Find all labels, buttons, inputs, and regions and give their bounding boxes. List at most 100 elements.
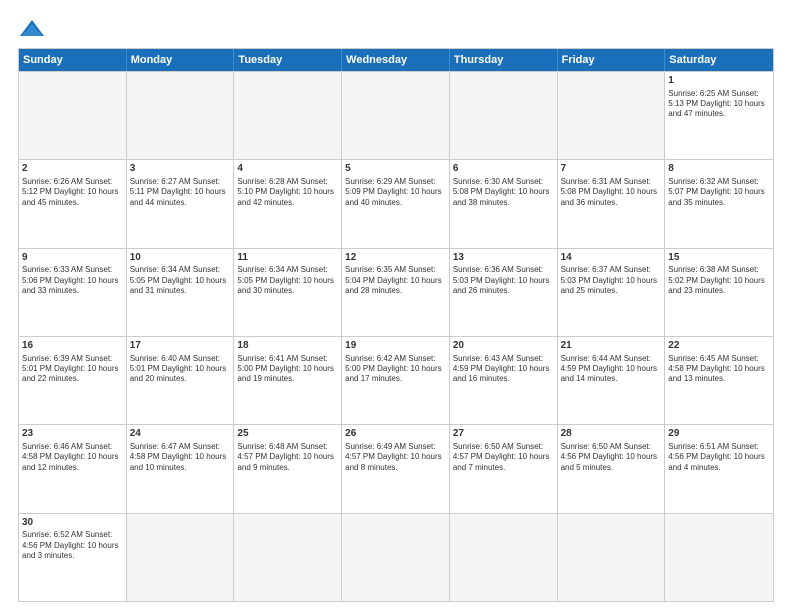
calendar-cell: 27Sunrise: 6:50 AM Sunset: 4:57 PM Dayli… <box>450 425 558 512</box>
cell-sun-info: Sunrise: 6:52 AM Sunset: 4:56 PM Dayligh… <box>22 530 123 561</box>
cell-sun-info: Sunrise: 6:43 AM Sunset: 4:59 PM Dayligh… <box>453 354 554 385</box>
calendar-cell <box>558 514 666 601</box>
cell-sun-info: Sunrise: 6:39 AM Sunset: 5:01 PM Dayligh… <box>22 354 123 385</box>
weekday-header: Thursday <box>450 49 558 71</box>
calendar-cell <box>234 514 342 601</box>
logo-icon <box>18 18 46 40</box>
calendar-cell: 30Sunrise: 6:52 AM Sunset: 4:56 PM Dayli… <box>19 514 127 601</box>
cell-sun-info: Sunrise: 6:50 AM Sunset: 4:56 PM Dayligh… <box>561 442 662 473</box>
calendar-header: SundayMondayTuesdayWednesdayThursdayFrid… <box>19 49 773 71</box>
calendar-cell <box>558 72 666 159</box>
calendar-cell: 13Sunrise: 6:36 AM Sunset: 5:03 PM Dayli… <box>450 249 558 336</box>
day-number: 6 <box>453 162 554 176</box>
calendar-cell: 6Sunrise: 6:30 AM Sunset: 5:08 PM Daylig… <box>450 160 558 247</box>
weekday-header: Tuesday <box>234 49 342 71</box>
cell-sun-info: Sunrise: 6:44 AM Sunset: 4:59 PM Dayligh… <box>561 354 662 385</box>
calendar-cell <box>127 72 235 159</box>
cell-sun-info: Sunrise: 6:38 AM Sunset: 5:02 PM Dayligh… <box>668 265 770 296</box>
cell-sun-info: Sunrise: 6:47 AM Sunset: 4:58 PM Dayligh… <box>130 442 231 473</box>
calendar-row: 2Sunrise: 6:26 AM Sunset: 5:12 PM Daylig… <box>19 159 773 247</box>
calendar-cell: 4Sunrise: 6:28 AM Sunset: 5:10 PM Daylig… <box>234 160 342 247</box>
calendar-cell: 14Sunrise: 6:37 AM Sunset: 5:03 PM Dayli… <box>558 249 666 336</box>
cell-sun-info: Sunrise: 6:46 AM Sunset: 4:58 PM Dayligh… <box>22 442 123 473</box>
day-number: 11 <box>237 251 338 265</box>
weekday-header: Sunday <box>19 49 127 71</box>
calendar-cell <box>665 514 773 601</box>
cell-sun-info: Sunrise: 6:36 AM Sunset: 5:03 PM Dayligh… <box>453 265 554 296</box>
calendar-row: 9Sunrise: 6:33 AM Sunset: 5:06 PM Daylig… <box>19 248 773 336</box>
day-number: 8 <box>668 162 770 176</box>
day-number: 30 <box>22 516 123 530</box>
calendar-cell <box>342 514 450 601</box>
cell-sun-info: Sunrise: 6:49 AM Sunset: 4:57 PM Dayligh… <box>345 442 446 473</box>
day-number: 26 <box>345 427 446 441</box>
calendar-cell: 28Sunrise: 6:50 AM Sunset: 4:56 PM Dayli… <box>558 425 666 512</box>
page: SundayMondayTuesdayWednesdayThursdayFrid… <box>0 0 792 612</box>
cell-sun-info: Sunrise: 6:45 AM Sunset: 4:58 PM Dayligh… <box>668 354 770 385</box>
day-number: 15 <box>668 251 770 265</box>
day-number: 3 <box>130 162 231 176</box>
calendar-cell: 18Sunrise: 6:41 AM Sunset: 5:00 PM Dayli… <box>234 337 342 424</box>
calendar-cell: 15Sunrise: 6:38 AM Sunset: 5:02 PM Dayli… <box>665 249 773 336</box>
day-number: 18 <box>237 339 338 353</box>
calendar-cell: 2Sunrise: 6:26 AM Sunset: 5:12 PM Daylig… <box>19 160 127 247</box>
weekday-header: Wednesday <box>342 49 450 71</box>
calendar-cell: 12Sunrise: 6:35 AM Sunset: 5:04 PM Dayli… <box>342 249 450 336</box>
day-number: 4 <box>237 162 338 176</box>
cell-sun-info: Sunrise: 6:25 AM Sunset: 5:13 PM Dayligh… <box>668 89 770 120</box>
day-number: 21 <box>561 339 662 353</box>
day-number: 10 <box>130 251 231 265</box>
cell-sun-info: Sunrise: 6:27 AM Sunset: 5:11 PM Dayligh… <box>130 177 231 208</box>
day-number: 29 <box>668 427 770 441</box>
calendar-cell: 17Sunrise: 6:40 AM Sunset: 5:01 PM Dayli… <box>127 337 235 424</box>
cell-sun-info: Sunrise: 6:31 AM Sunset: 5:08 PM Dayligh… <box>561 177 662 208</box>
calendar-cell: 5Sunrise: 6:29 AM Sunset: 5:09 PM Daylig… <box>342 160 450 247</box>
cell-sun-info: Sunrise: 6:50 AM Sunset: 4:57 PM Dayligh… <box>453 442 554 473</box>
calendar-cell <box>450 514 558 601</box>
cell-sun-info: Sunrise: 6:41 AM Sunset: 5:00 PM Dayligh… <box>237 354 338 385</box>
calendar-cell <box>234 72 342 159</box>
cell-sun-info: Sunrise: 6:29 AM Sunset: 5:09 PM Dayligh… <box>345 177 446 208</box>
cell-sun-info: Sunrise: 6:28 AM Sunset: 5:10 PM Dayligh… <box>237 177 338 208</box>
calendar-body: 1Sunrise: 6:25 AM Sunset: 5:13 PM Daylig… <box>19 71 773 601</box>
calendar-cell <box>342 72 450 159</box>
calendar-cell <box>127 514 235 601</box>
calendar-row: 1Sunrise: 6:25 AM Sunset: 5:13 PM Daylig… <box>19 71 773 159</box>
calendar-cell: 11Sunrise: 6:34 AM Sunset: 5:05 PM Dayli… <box>234 249 342 336</box>
cell-sun-info: Sunrise: 6:37 AM Sunset: 5:03 PM Dayligh… <box>561 265 662 296</box>
cell-sun-info: Sunrise: 6:30 AM Sunset: 5:08 PM Dayligh… <box>453 177 554 208</box>
calendar-cell: 9Sunrise: 6:33 AM Sunset: 5:06 PM Daylig… <box>19 249 127 336</box>
calendar-cell <box>19 72 127 159</box>
calendar: SundayMondayTuesdayWednesdayThursdayFrid… <box>18 48 774 602</box>
calendar-cell: 19Sunrise: 6:42 AM Sunset: 5:00 PM Dayli… <box>342 337 450 424</box>
cell-sun-info: Sunrise: 6:51 AM Sunset: 4:56 PM Dayligh… <box>668 442 770 473</box>
day-number: 25 <box>237 427 338 441</box>
calendar-cell: 8Sunrise: 6:32 AM Sunset: 5:07 PM Daylig… <box>665 160 773 247</box>
calendar-cell: 23Sunrise: 6:46 AM Sunset: 4:58 PM Dayli… <box>19 425 127 512</box>
day-number: 14 <box>561 251 662 265</box>
cell-sun-info: Sunrise: 6:34 AM Sunset: 5:05 PM Dayligh… <box>130 265 231 296</box>
calendar-cell: 10Sunrise: 6:34 AM Sunset: 5:05 PM Dayli… <box>127 249 235 336</box>
day-number: 17 <box>130 339 231 353</box>
calendar-cell: 22Sunrise: 6:45 AM Sunset: 4:58 PM Dayli… <box>665 337 773 424</box>
calendar-cell: 1Sunrise: 6:25 AM Sunset: 5:13 PM Daylig… <box>665 72 773 159</box>
logo <box>18 18 50 40</box>
calendar-cell <box>450 72 558 159</box>
calendar-cell: 20Sunrise: 6:43 AM Sunset: 4:59 PM Dayli… <box>450 337 558 424</box>
calendar-cell: 29Sunrise: 6:51 AM Sunset: 4:56 PM Dayli… <box>665 425 773 512</box>
day-number: 24 <box>130 427 231 441</box>
header <box>18 18 774 40</box>
cell-sun-info: Sunrise: 6:40 AM Sunset: 5:01 PM Dayligh… <box>130 354 231 385</box>
day-number: 13 <box>453 251 554 265</box>
cell-sun-info: Sunrise: 6:32 AM Sunset: 5:07 PM Dayligh… <box>668 177 770 208</box>
calendar-row: 30Sunrise: 6:52 AM Sunset: 4:56 PM Dayli… <box>19 513 773 601</box>
day-number: 2 <box>22 162 123 176</box>
day-number: 23 <box>22 427 123 441</box>
calendar-cell: 25Sunrise: 6:48 AM Sunset: 4:57 PM Dayli… <box>234 425 342 512</box>
day-number: 27 <box>453 427 554 441</box>
calendar-cell: 26Sunrise: 6:49 AM Sunset: 4:57 PM Dayli… <box>342 425 450 512</box>
day-number: 12 <box>345 251 446 265</box>
calendar-cell: 3Sunrise: 6:27 AM Sunset: 5:11 PM Daylig… <box>127 160 235 247</box>
day-number: 20 <box>453 339 554 353</box>
weekday-header: Saturday <box>665 49 773 71</box>
